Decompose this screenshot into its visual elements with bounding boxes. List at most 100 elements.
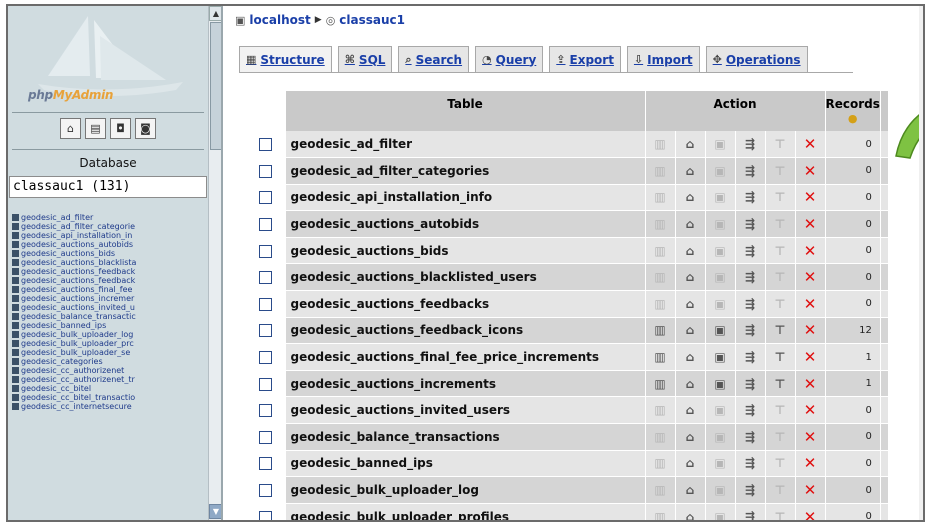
row-checkbox[interactable] bbox=[259, 510, 273, 520]
search-icon[interactable]: ▣ bbox=[705, 210, 736, 238]
search-icon[interactable]: ▣ bbox=[705, 290, 736, 318]
empty-icon[interactable]: ⊤ bbox=[765, 184, 796, 212]
structure-icon[interactable]: ⌂ bbox=[675, 370, 706, 398]
sidebar-table-item[interactable]: geodesic_auctions_bids bbox=[12, 249, 208, 258]
table-icon[interactable] bbox=[12, 322, 19, 329]
table-name-link[interactable]: geodesic_auctions_increments bbox=[285, 370, 646, 398]
insert-icon[interactable]: ⇶ bbox=[735, 423, 766, 451]
search-icon[interactable]: ▣ bbox=[705, 237, 736, 265]
structure-icon[interactable]: ⌂ bbox=[675, 290, 706, 318]
sidebar-table-item[interactable]: geodesic_auctions_invited_u bbox=[12, 303, 208, 312]
table-icon[interactable] bbox=[12, 349, 19, 356]
database-select[interactable]: classauc1 (131) bbox=[9, 176, 207, 198]
table-icon[interactable] bbox=[12, 277, 19, 284]
sidebar-table-item[interactable]: geodesic_auctions_blacklista bbox=[12, 258, 208, 267]
structure-icon[interactable]: ⌂ bbox=[675, 184, 706, 212]
tab-export[interactable]: ⇪ Export bbox=[549, 46, 621, 72]
structure-icon[interactable]: ⌂ bbox=[675, 343, 706, 371]
empty-icon[interactable]: ⊤ bbox=[765, 210, 796, 238]
header-table[interactable]: Table bbox=[285, 91, 646, 131]
insert-icon[interactable]: ⇶ bbox=[735, 131, 766, 159]
sidebar-table-item[interactable]: geodesic_cc_bitel bbox=[12, 384, 208, 393]
row-checkbox[interactable] bbox=[259, 457, 273, 471]
sql-window-icon[interactable]: ▤ bbox=[85, 118, 106, 139]
structure-icon[interactable]: ⌂ bbox=[675, 210, 706, 238]
sidebar-table-item[interactable]: geodesic_bulk_uploader_se bbox=[12, 348, 208, 357]
table-name-link[interactable]: geodesic_auctions_feedbacks bbox=[285, 290, 646, 318]
empty-icon[interactable]: ⊤ bbox=[765, 343, 796, 371]
table-icon[interactable] bbox=[12, 241, 19, 248]
structure-icon[interactable]: ⌂ bbox=[675, 476, 706, 504]
sidebar-table-item[interactable]: geodesic_cc_authorizenet_tr bbox=[12, 375, 208, 384]
table-name-link[interactable]: geodesic_banned_ips bbox=[285, 450, 646, 478]
tab-query[interactable]: ◔ Query bbox=[475, 46, 544, 72]
empty-icon[interactable]: ⊤ bbox=[765, 450, 796, 478]
table-icon[interactable] bbox=[12, 268, 19, 275]
structure-icon[interactable]: ⌂ bbox=[675, 450, 706, 478]
table-name-link[interactable]: geodesic_api_installation_info bbox=[285, 184, 646, 212]
browse-icon[interactable]: ▥ bbox=[645, 317, 676, 345]
sidebar-table-item[interactable]: geodesic_auctions_feedback bbox=[12, 276, 208, 285]
insert-icon[interactable]: ⇶ bbox=[735, 503, 766, 520]
sidebar-table-item[interactable]: geodesic_banned_ips bbox=[12, 321, 208, 330]
row-checkbox[interactable] bbox=[259, 430, 273, 444]
table-icon[interactable] bbox=[12, 358, 19, 365]
table-icon[interactable] bbox=[12, 232, 19, 239]
table-icon[interactable] bbox=[12, 385, 19, 392]
drop-icon[interactable]: ✕ bbox=[795, 317, 826, 345]
table-icon[interactable] bbox=[12, 331, 19, 338]
browse-icon[interactable]: ▥ bbox=[645, 423, 676, 451]
table-name-link[interactable]: geodesic_auctions_blacklisted_users bbox=[285, 263, 646, 292]
tab-operations[interactable]: ✥ Operations bbox=[705, 46, 808, 72]
table-name-link[interactable]: geodesic_balance_transactions bbox=[285, 423, 646, 451]
insert-icon[interactable]: ⇶ bbox=[735, 210, 766, 238]
browse-icon[interactable]: ▥ bbox=[645, 290, 676, 318]
browse-icon[interactable]: ▥ bbox=[645, 237, 676, 265]
row-checkbox[interactable] bbox=[259, 164, 273, 178]
table-icon[interactable] bbox=[12, 367, 19, 374]
empty-icon[interactable]: ⊤ bbox=[765, 370, 796, 398]
row-checkbox[interactable] bbox=[259, 324, 273, 338]
empty-icon[interactable]: ⊤ bbox=[765, 157, 796, 185]
table-name-link[interactable]: geodesic_auctions_feedback_icons bbox=[285, 317, 646, 345]
table-name-link[interactable]: geodesic_ad_filter_categories bbox=[285, 157, 646, 185]
table-name-link[interactable]: geodesic_bulk_uploader_profiles bbox=[285, 503, 646, 520]
insert-icon[interactable]: ⇶ bbox=[735, 343, 766, 371]
table-icon[interactable] bbox=[12, 394, 19, 401]
empty-icon[interactable]: ⊤ bbox=[765, 423, 796, 451]
browse-icon[interactable]: ▥ bbox=[645, 370, 676, 398]
drop-icon[interactable]: ✕ bbox=[795, 476, 826, 504]
table-icon[interactable] bbox=[12, 250, 19, 257]
drop-icon[interactable]: ✕ bbox=[795, 396, 826, 425]
table-name-link[interactable]: geodesic_auctions_invited_users bbox=[285, 396, 646, 425]
empty-icon[interactable]: ⊤ bbox=[765, 476, 796, 504]
drop-icon[interactable]: ✕ bbox=[795, 290, 826, 318]
drop-icon[interactable]: ✕ bbox=[795, 184, 826, 212]
search-icon[interactable]: ▣ bbox=[705, 157, 736, 185]
table-icon[interactable] bbox=[12, 223, 19, 230]
drop-icon[interactable]: ✕ bbox=[795, 503, 826, 520]
table-icon[interactable] bbox=[12, 313, 19, 320]
structure-icon[interactable]: ⌂ bbox=[675, 396, 706, 425]
browse-icon[interactable]: ▥ bbox=[645, 184, 676, 212]
docs-icon[interactable]: ◙ bbox=[135, 118, 156, 139]
empty-icon[interactable]: ⊤ bbox=[765, 503, 796, 520]
row-checkbox[interactable] bbox=[259, 484, 273, 498]
insert-icon[interactable]: ⇶ bbox=[735, 290, 766, 318]
browse-icon[interactable]: ▥ bbox=[645, 210, 676, 238]
sidebar-table-item[interactable]: geodesic_auctions_incremer bbox=[12, 294, 208, 303]
table-name-link[interactable]: geodesic_auctions_autobids bbox=[285, 210, 646, 238]
search-icon[interactable]: ▣ bbox=[705, 370, 736, 398]
sidebar-table-item[interactable]: geodesic_cc_authorizenet bbox=[12, 366, 208, 375]
insert-icon[interactable]: ⇶ bbox=[735, 184, 766, 212]
home-icon[interactable]: ⌂ bbox=[60, 118, 81, 139]
sidebar-table-item[interactable]: geodesic_auctions_feedback bbox=[12, 267, 208, 276]
sidebar-table-item[interactable]: geodesic_cc_internetsecure bbox=[12, 402, 208, 411]
search-icon[interactable]: ▣ bbox=[705, 503, 736, 520]
sidebar-scrollbar[interactable]: ▲ ▼ bbox=[208, 6, 221, 520]
sidebar-table-item[interactable]: geodesic_balance_transactic bbox=[12, 312, 208, 321]
table-icon[interactable] bbox=[12, 295, 19, 302]
row-checkbox[interactable] bbox=[259, 138, 273, 152]
header-records[interactable]: Records ● bbox=[825, 91, 881, 131]
browse-icon[interactable]: ▥ bbox=[645, 476, 676, 504]
